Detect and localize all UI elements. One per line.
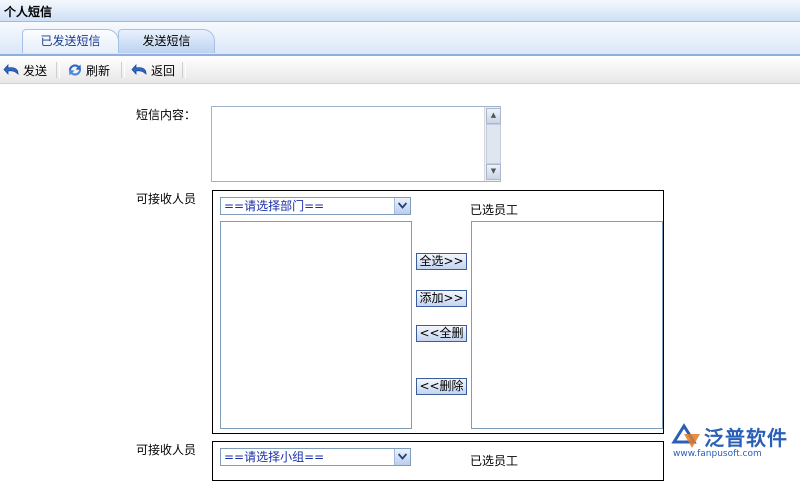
department-recipients-panel: ==请选择部门== 已选员工 全选>> 添加>> <<全删 <<删除 [212, 190, 664, 434]
tab-send-message[interactable]: 发送短信 [118, 29, 215, 53]
scroll-track[interactable] [486, 124, 501, 164]
remove-button[interactable]: <<删除 [416, 378, 467, 395]
send-label: 发送 [23, 63, 48, 78]
chevron-down-icon[interactable] [394, 198, 410, 214]
back-button[interactable]: 返回 [131, 60, 175, 80]
department-select-value: ==请选择部门== [224, 199, 325, 213]
selected-employees-label: 已选员工 [470, 454, 519, 468]
tab-strip: 已发送短信 发送短信 [0, 22, 800, 56]
group-select-value: ==请选择小组== [224, 450, 325, 464]
refresh-button[interactable]: 刷新 [66, 60, 110, 80]
toolbar-divider [121, 62, 125, 78]
recipients-label: 可接收人员 [136, 443, 197, 457]
tab-sent-messages[interactable]: 已发送短信 [22, 29, 119, 53]
refresh-label: 刷新 [86, 63, 111, 78]
brand-url: www.fanpusoft.com [673, 449, 762, 459]
selected-employees-list[interactable] [471, 221, 663, 429]
department-select[interactable]: ==请选择部门== [220, 197, 411, 215]
refresh-icon [66, 62, 84, 78]
message-content-textarea[interactable]: ▲ ▼ [211, 106, 501, 182]
window-title: 个人短信 [4, 5, 53, 19]
add-button[interactable]: 添加>> [416, 290, 467, 307]
back-label: 返回 [151, 63, 176, 78]
title-bar: 个人短信 [0, 0, 800, 22]
toolbar-divider [182, 62, 186, 78]
scroll-down-icon[interactable]: ▼ [486, 164, 501, 180]
textarea-scrollbar[interactable]: ▲ ▼ [484, 107, 501, 181]
select-all-button[interactable]: 全选>> [416, 253, 467, 270]
selected-employees-label: 已选员工 [470, 203, 519, 217]
group-select[interactable]: ==请选择小组== [220, 448, 411, 466]
toolbar: 发送 刷新 返回 [0, 56, 800, 84]
scroll-up-icon[interactable]: ▲ [486, 108, 501, 124]
send-button[interactable]: 发送 [3, 60, 47, 80]
brand-logo: 泛普软件 www.fanpusoft.com [668, 420, 796, 465]
content-label: 短信内容： [136, 108, 197, 122]
brand-name: 泛普软件 [704, 426, 788, 450]
group-recipients-panel: ==请选择小组== 已选员工 [212, 441, 664, 481]
recipients-label: 可接收人员 [136, 192, 197, 206]
toolbar-divider [56, 62, 60, 78]
chevron-down-icon[interactable] [394, 449, 410, 465]
send-icon [3, 62, 21, 78]
back-icon [131, 62, 149, 78]
remove-all-button[interactable]: <<全删 [416, 325, 467, 342]
brand-mark-icon [671, 423, 700, 448]
available-employees-list[interactable] [220, 221, 412, 429]
